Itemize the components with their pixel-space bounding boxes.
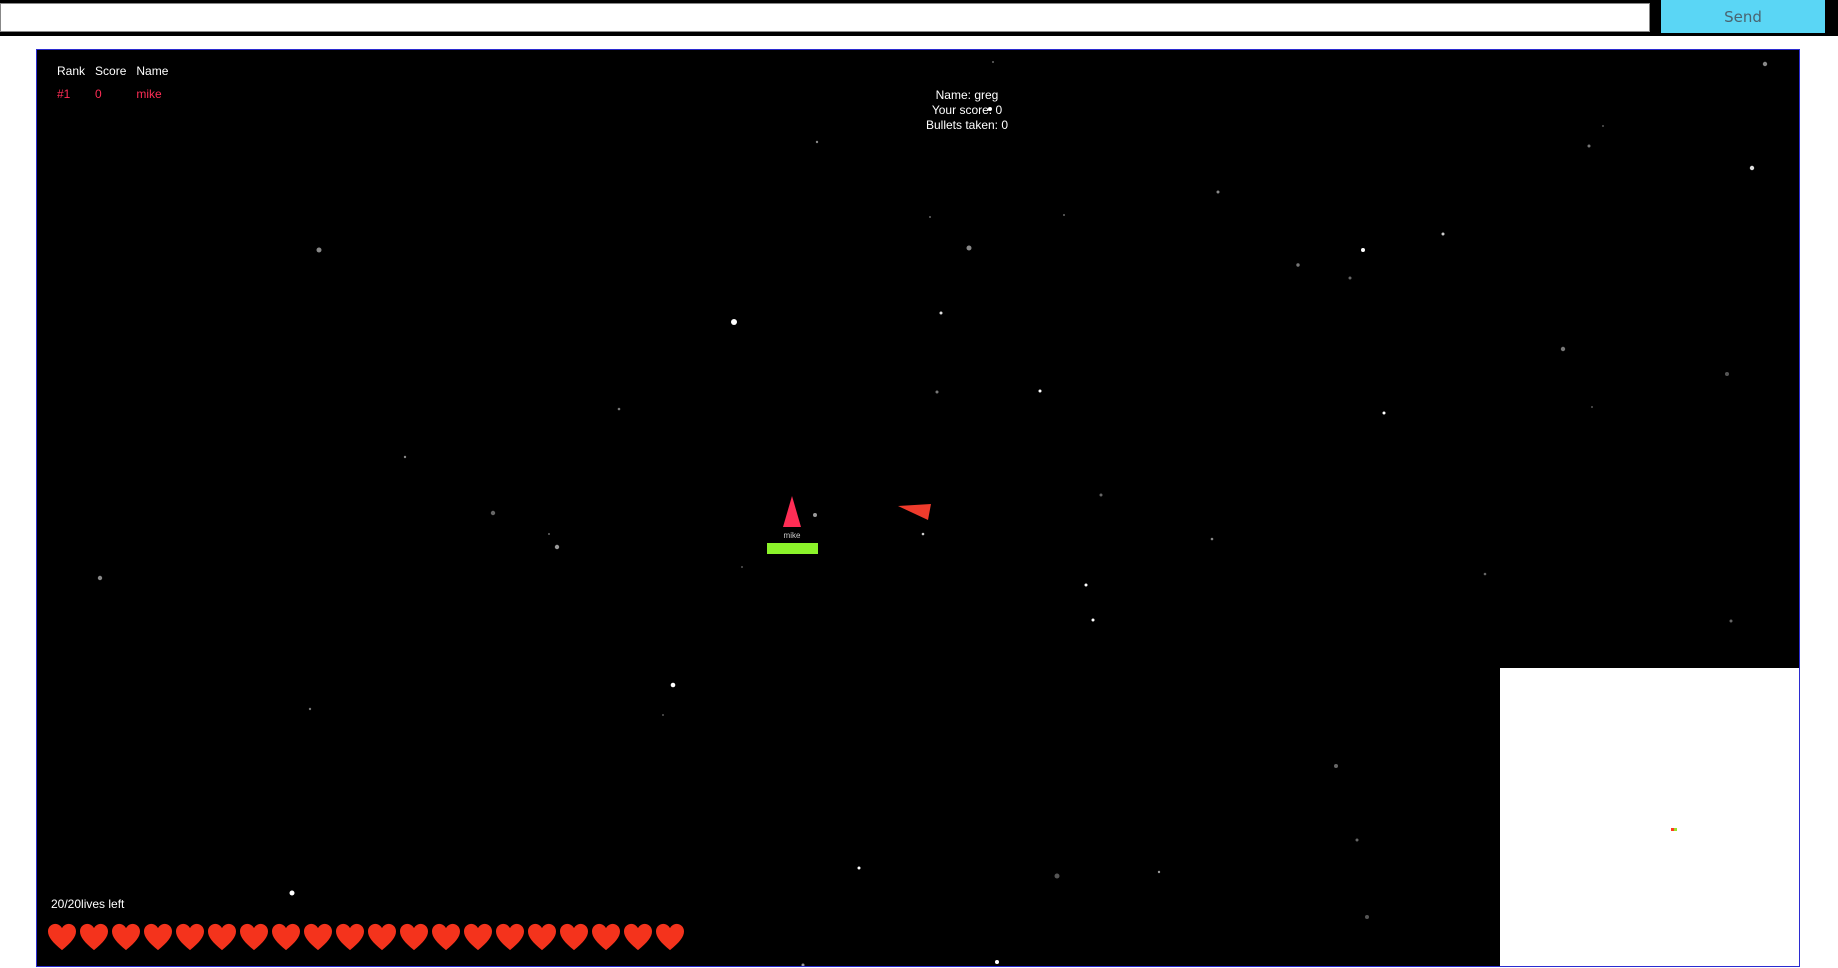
star — [813, 513, 817, 517]
star — [995, 960, 999, 964]
star — [617, 407, 621, 411]
heart-icon — [336, 923, 364, 951]
star — [662, 714, 664, 716]
leaderboard-rank: #1 — [57, 87, 71, 101]
star — [1355, 838, 1359, 842]
heart-icon — [464, 923, 492, 951]
star — [1483, 572, 1487, 576]
heart-icon — [592, 923, 620, 951]
heart-icon — [656, 923, 684, 951]
star — [939, 311, 943, 315]
star — [1054, 873, 1060, 879]
star — [1296, 263, 1300, 267]
leaderboard-header-score: Score — [95, 64, 127, 78]
heart-icon — [432, 923, 460, 951]
star — [1591, 406, 1593, 408]
game-canvas[interactable]: mike Rank Score Name #1 0 mike Name: gre… — [36, 49, 1800, 967]
star — [403, 455, 407, 459]
star — [1587, 144, 1591, 148]
star — [1063, 214, 1065, 216]
heart-icon — [144, 923, 172, 951]
leaderboard-score: 0 — [95, 87, 102, 101]
star — [1091, 618, 1095, 622]
send-button[interactable]: Send — [1661, 0, 1825, 33]
heart-icon — [112, 923, 140, 951]
star — [490, 510, 496, 516]
leaderboard-name: mike — [136, 87, 162, 101]
star — [1762, 61, 1768, 67]
star — [741, 566, 743, 568]
heart-icon — [368, 923, 396, 951]
minimap — [1500, 668, 1799, 966]
leaderboard: Rank Score Name #1 0 mike — [57, 62, 178, 103]
player-label: mike — [784, 531, 801, 540]
heart-icon — [496, 923, 524, 951]
star — [1602, 125, 1604, 127]
star — [1099, 493, 1103, 497]
player-ship — [783, 496, 801, 527]
star — [815, 140, 819, 144]
star — [1334, 764, 1338, 768]
star — [992, 61, 994, 63]
enemy-ship — [898, 504, 931, 520]
star — [289, 890, 295, 896]
star — [670, 682, 676, 688]
star — [1348, 276, 1352, 280]
star — [548, 533, 550, 535]
chat-input[interactable] — [0, 3, 1650, 32]
star — [1157, 870, 1161, 874]
heart-icon — [176, 923, 204, 951]
star — [308, 707, 312, 711]
star — [857, 866, 861, 870]
star — [1038, 389, 1042, 393]
star — [1210, 537, 1214, 541]
player-name: Name: greg — [935, 88, 999, 102]
leaderboard-row: #1 0 mike — [57, 80, 178, 103]
star — [921, 532, 925, 536]
lives-text: 20/20lives left — [51, 897, 125, 911]
heart-icon — [272, 923, 300, 951]
star — [1382, 411, 1386, 415]
lives-hearts — [47, 923, 685, 951]
chat-bar: Send — [0, 0, 1838, 36]
player-score: Your score: 0 — [931, 103, 1003, 117]
star — [966, 245, 972, 251]
star — [554, 544, 560, 550]
heart-icon — [304, 923, 332, 951]
heart-icon — [400, 923, 428, 951]
star — [97, 575, 103, 581]
heart-icon — [48, 923, 76, 951]
star — [316, 247, 322, 253]
heart-icon — [624, 923, 652, 951]
star — [731, 319, 737, 325]
star — [1216, 190, 1220, 194]
star — [1725, 372, 1729, 376]
heart-icon — [240, 923, 268, 951]
heart-icon — [208, 923, 236, 951]
star — [1365, 915, 1369, 919]
heart-icon — [80, 923, 108, 951]
player-stats: Name: greg Your score: 0 Bullets taken: … — [867, 88, 1067, 133]
leaderboard-header-rank: Rank — [57, 64, 86, 78]
star — [1729, 619, 1733, 623]
star — [1749, 165, 1755, 171]
star — [1441, 232, 1445, 236]
star — [1560, 346, 1566, 352]
heart-icon — [560, 923, 588, 951]
bullets-taken: Bullets taken: 0 — [925, 118, 1009, 132]
player-health-bar — [767, 543, 818, 554]
star — [801, 963, 805, 966]
leaderboard-header-name: Name — [136, 64, 169, 78]
star — [1361, 248, 1365, 252]
star — [929, 216, 931, 218]
heart-icon — [528, 923, 556, 951]
minimap-player-marker — [1674, 828, 1677, 831]
star — [935, 390, 939, 394]
star — [1084, 583, 1088, 587]
